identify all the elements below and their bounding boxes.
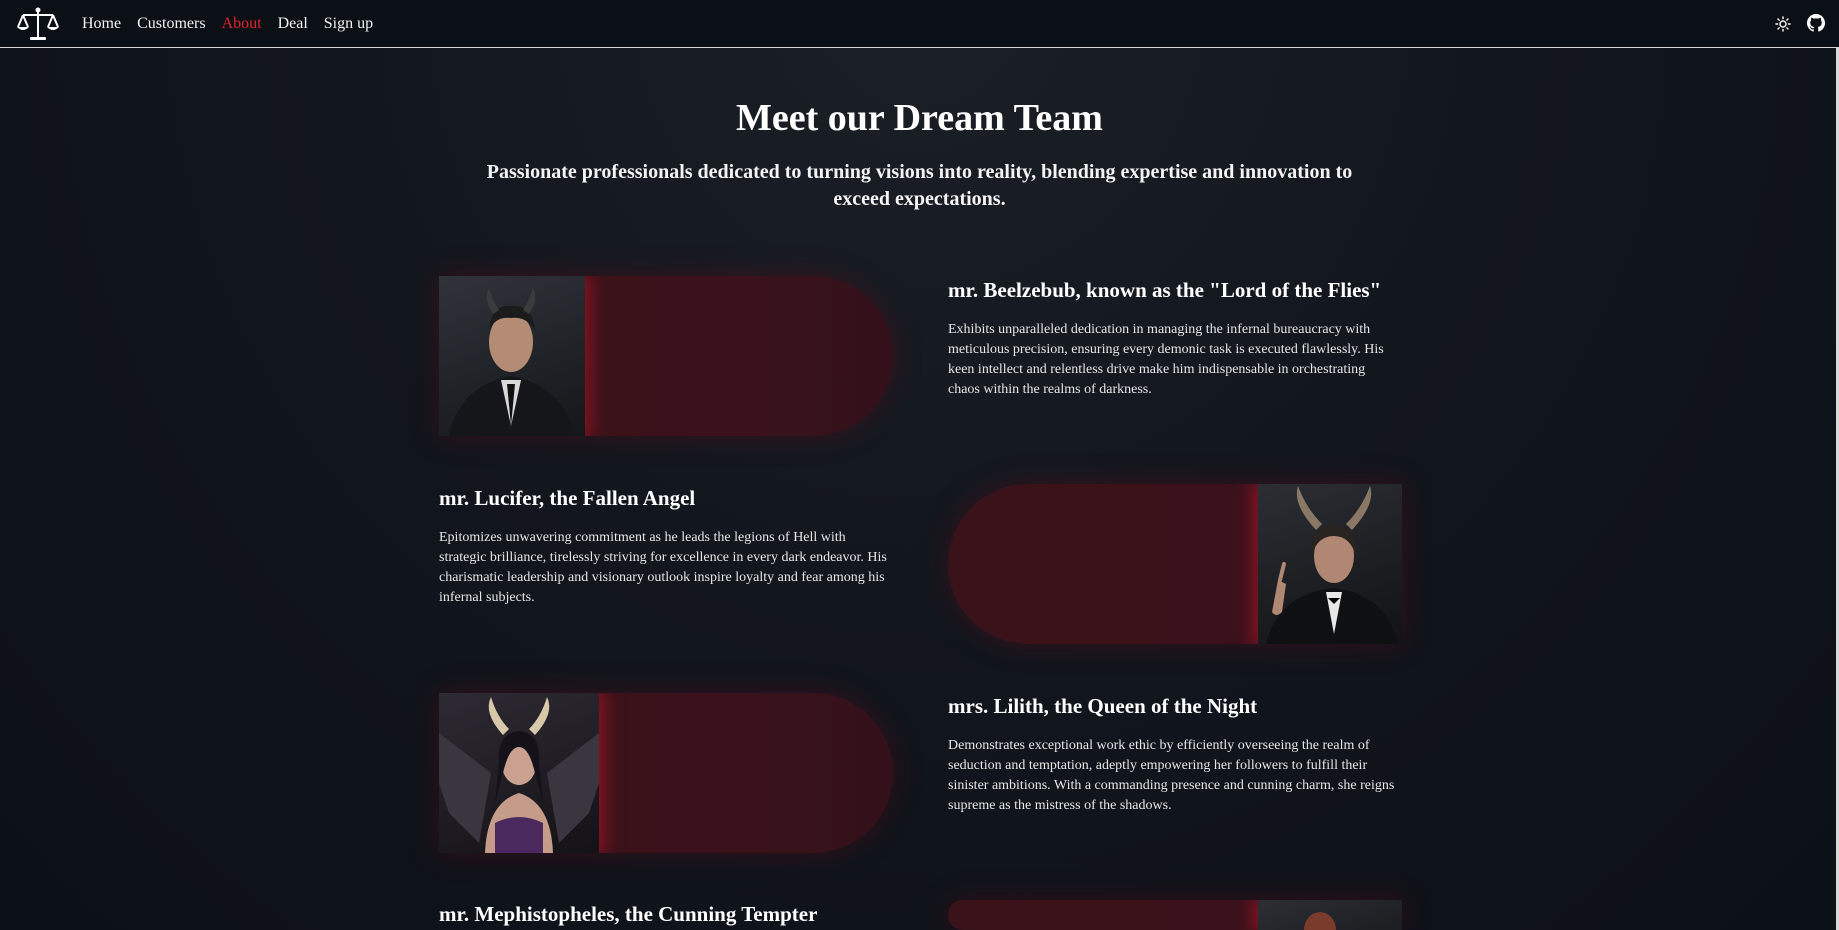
- github-icon[interactable]: [1806, 13, 1826, 33]
- devil-portrait-icon: [449, 288, 575, 436]
- nav-customers[interactable]: Customers: [137, 15, 205, 33]
- navbar: Home Customers About Deal Sign up: [0, 0, 1839, 48]
- nav-about[interactable]: About: [222, 15, 262, 33]
- member-name: mr. Beelzebub, known as the "Lord of the…: [948, 278, 1382, 302]
- member-card-beelzebub: [439, 276, 893, 436]
- member-portrait: [1258, 484, 1402, 644]
- member-name: mrs. Lilith, the Queen of the Night: [948, 694, 1258, 718]
- scales-logo-icon[interactable]: [17, 6, 59, 42]
- member-portrait: [439, 693, 599, 853]
- nav-deal[interactable]: Deal: [278, 15, 308, 33]
- member-name: mr. Lucifer, the Fallen Angel: [439, 486, 696, 510]
- page-subtitle: Passionate professionals dedicated to tu…: [486, 161, 1353, 210]
- member-portrait: [1258, 900, 1402, 930]
- member-description: Demonstrates exceptional work ethic by e…: [948, 738, 1395, 813]
- nav-home[interactable]: Home: [82, 15, 121, 33]
- member-name: mr. Mephistopheles, the Cunning Tempter: [439, 902, 818, 926]
- member-description: Exhibits unparalleled dedication in mana…: [948, 322, 1384, 397]
- member-portrait: [439, 276, 585, 436]
- horned-devil-portrait-icon: [1266, 486, 1398, 644]
- member-card-lilith: [439, 693, 893, 853]
- winged-devil-portrait-icon: [439, 697, 599, 853]
- member-description: Epitomizes unwavering commitment as he l…: [439, 530, 887, 605]
- devil-portrait-icon: [1304, 912, 1336, 930]
- sun-icon[interactable]: [1773, 14, 1793, 34]
- nav-sign-up[interactable]: Sign up: [324, 15, 373, 33]
- nav-links: Home Customers About Deal Sign up: [82, 0, 389, 48]
- member-card-mephistopheles: [948, 900, 1402, 930]
- member-card-lucifer: [948, 484, 1402, 644]
- page-title: Meet our Dream Team: [736, 97, 1103, 139]
